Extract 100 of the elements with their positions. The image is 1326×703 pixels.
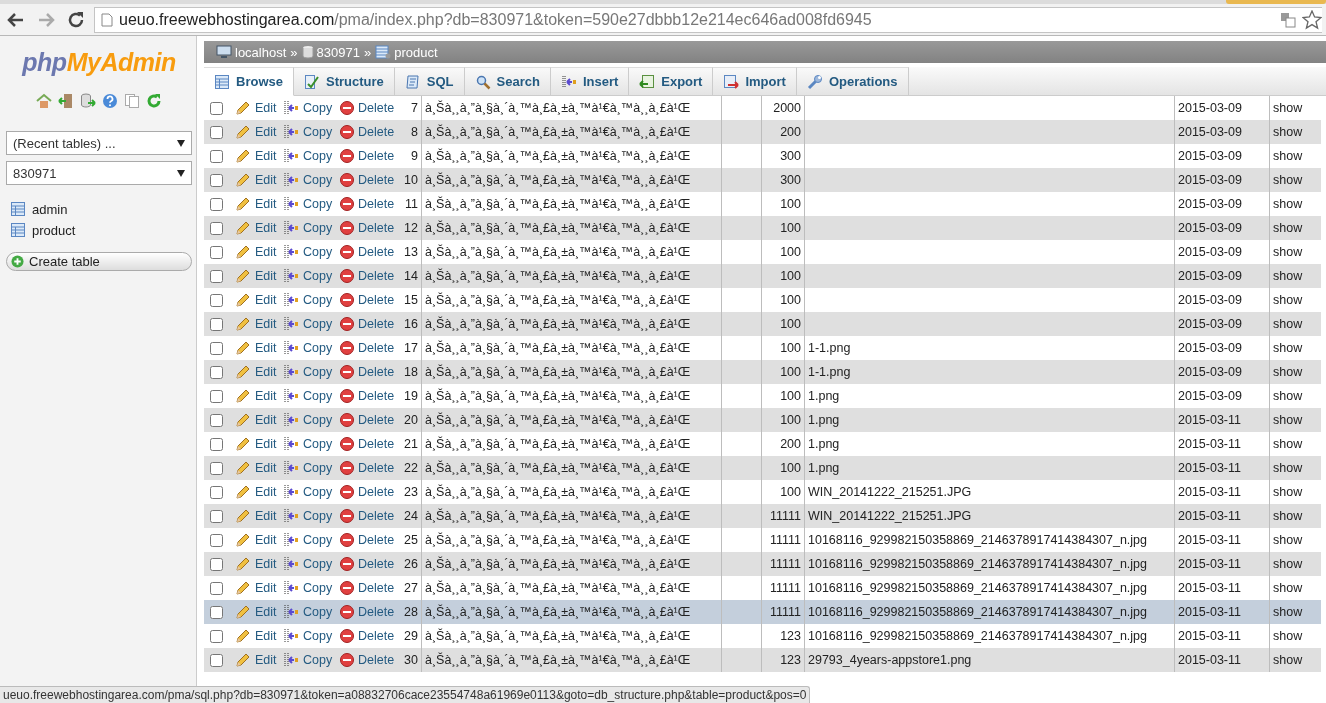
delete-link[interactable]: Delete [340,629,395,643]
table-row[interactable]: Edit Copy Delete 15 à¸Šà¸¸à¸”à¸§à¸´à¸™à¸£à¸±à¸™à¹€à¸™à¸¸à¸£à¹Œ 100 2015-03-09 show [204,288,1321,312]
recent-tables-dropdown[interactable]: (Recent tables) ... [6,131,192,155]
table-row[interactable]: Edit Copy Delete 21 à¸Šà¸¸à¸”à¸§à¸´à¸™à¸£à¸±à¸™à¹€à¸™à¸¸à¸£à¹Œ 200 1.png 2015-03-11 show [204,432,1321,456]
edit-link[interactable]: Edit [235,628,277,644]
edit-link[interactable]: Edit [235,100,277,116]
table-list-item[interactable]: product [6,222,192,238]
edit-link[interactable]: Edit [235,244,277,260]
row-checkbox[interactable] [210,197,223,211]
delete-link[interactable]: Delete [340,365,395,379]
delete-link[interactable]: Delete [340,413,395,427]
delete-link[interactable]: Delete [340,317,395,331]
table-row[interactable]: Edit Copy Delete 23 à¸Šà¸¸à¸”à¸§à¸´à¸™à¸£à¸±à¸™à¹€à¸™à¸¸à¸£à¹Œ 100 WIN_20141222_215251.JPG 2015-03-11 show [204,480,1321,504]
row-checkbox[interactable] [210,509,223,523]
copy-link[interactable]: Copy [283,436,333,452]
row-checkbox[interactable] [210,173,223,187]
copy-link[interactable]: Copy [283,124,333,140]
edit-link[interactable]: Edit [235,292,277,308]
delete-link[interactable]: Delete [340,197,395,211]
row-checkbox[interactable] [210,269,223,283]
delete-link[interactable]: Delete [340,293,395,307]
copy-link[interactable]: Copy [283,244,333,260]
copy-link[interactable]: Copy [283,412,333,428]
row-checkbox[interactable] [210,557,223,571]
row-checkbox[interactable] [210,389,223,403]
row-checkbox[interactable] [210,149,223,163]
copy-link[interactable]: Copy [283,628,333,644]
row-checkbox[interactable] [210,581,223,595]
table-row[interactable]: Edit Copy Delete 8 à¸Šà¸¸à¸”à¸§à¸´à¸™à¸£à¸±à¸™à¹€à¸™à¸¸à¸£à¹Œ 200 2015-03-09 show [204,120,1321,144]
copy-link[interactable]: Copy [283,508,333,524]
row-checkbox[interactable] [210,485,223,499]
row-checkbox[interactable] [210,605,223,619]
table-row[interactable]: Edit Copy Delete 27 à¸Šà¸¸à¸”à¸§à¸´à¸™à¸£à¸±à¸™à¹€à¸™à¸¸à¸£à¹Œ 11111 10168116_929982150358869_2146378917414384307_n.jpg 2015-03-11 show [204,576,1321,600]
table-row[interactable]: Edit Copy Delete 30 à¸Šà¸¸à¸”à¸§à¸´à¸™à¸£à¸±à¸™à¹€à¸™à¸¸à¸£à¹Œ 123 29793_4years-appstore1.png 2015-03-11 show [204,648,1321,672]
table-row[interactable]: Edit Copy Delete 20 à¸Šà¸¸à¸”à¸§à¸´à¸™à¸£à¸±à¸™à¹€à¸™à¸¸à¸£à¹Œ 100 1.png 2015-03-11 show [204,408,1321,432]
delete-link[interactable]: Delete [340,437,395,451]
table-row[interactable]: Edit Copy Delete 9 à¸Šà¸¸à¸”à¸§à¸´à¸™à¸£à¸±à¸™à¹€à¸™à¸¸à¸£à¹Œ 300 2015-03-09 show [204,144,1321,168]
copy-link[interactable]: Copy [283,532,333,548]
delete-link[interactable]: Delete [340,245,395,259]
edit-link[interactable]: Edit [235,268,277,284]
copy-link[interactable]: Copy [283,460,333,476]
edit-link[interactable]: Edit [235,388,277,404]
edit-link[interactable]: Edit [235,556,277,572]
delete-link[interactable]: Delete [340,653,395,667]
delete-link[interactable]: Delete [340,461,395,475]
delete-link[interactable]: Delete [340,509,395,523]
edit-link[interactable]: Edit [235,316,277,332]
copy-link[interactable]: Copy [283,340,333,356]
database-dropdown[interactable]: 830971 [6,161,192,185]
logo[interactable]: phpMyAdmin [6,48,192,77]
edit-link[interactable]: Edit [235,580,277,596]
delete-link[interactable]: Delete [340,581,395,595]
edit-link[interactable]: Edit [235,340,277,356]
delete-link[interactable]: Delete [340,125,395,139]
delete-link[interactable]: Delete [340,389,395,403]
edit-link[interactable]: Edit [235,436,277,452]
table-row[interactable]: Edit Copy Delete 19 à¸Šà¸¸à¸”à¸§à¸´à¸™à¸£à¸±à¸™à¹€à¸™à¸¸à¸£à¹Œ 100 1.png 2015-03-09 show [204,384,1321,408]
copy-link[interactable]: Copy [283,484,333,500]
delete-link[interactable]: Delete [340,221,395,235]
edit-link[interactable]: Edit [235,124,277,140]
delete-link[interactable]: Delete [340,533,395,547]
table-row[interactable]: Edit Copy Delete 14 à¸Šà¸¸à¸”à¸§à¸´à¸™à¸£à¸±à¸™à¹€à¸™à¸¸à¸£à¹Œ 100 2015-03-09 show [204,264,1321,288]
tab[interactable]: Structure [293,67,395,95]
edit-link[interactable]: Edit [235,196,277,212]
table-row[interactable]: Edit Copy Delete 25 à¸Šà¸¸à¸”à¸§à¸´à¸™à¸£à¸±à¸™à¹€à¸™à¸¸à¸£à¹Œ 11111 10168116_929982150358869_2146378917414384307_n.jpg 2015-03-11 show [204,528,1321,552]
edit-link[interactable]: Edit [235,532,277,548]
copy-link[interactable]: Copy [283,100,333,116]
row-checkbox[interactable] [210,533,223,547]
translate-icon[interactable] [1280,11,1296,28]
create-table-button[interactable]: Create table [6,252,192,271]
delete-link[interactable]: Delete [340,341,395,355]
help-icon[interactable] [102,93,118,109]
table-row[interactable]: Edit Copy Delete 26 à¸Šà¸¸à¸”à¸§à¸´à¸™à¸£à¸±à¸™à¹€à¸™à¸¸à¸£à¹Œ 11111 10168116_929982150358869_2146378917414384307_n.jpg 2015-03-11 show [204,552,1321,576]
delete-link[interactable]: Delete [340,101,395,115]
tab[interactable]: Insert [550,67,630,95]
edit-link[interactable]: Edit [235,604,277,620]
table-row[interactable]: Edit Copy Delete 12 à¸Šà¸¸à¸”à¸§à¸´à¸™à¸£à¸±à¸™à¹€à¸™à¸¸à¸£à¹Œ 100 2015-03-09 show [204,216,1321,240]
table-row[interactable]: Edit Copy Delete 29 à¸Šà¸¸à¸”à¸§à¸´à¸™à¸£à¸±à¸™à¹€à¸™à¸¸à¸£à¹Œ 123 10168116_929982150358869_2146378917414384307_n.jpg 2015-03-11 show [204,624,1321,648]
copy-link[interactable]: Copy [283,364,333,380]
delete-link[interactable]: Delete [340,557,395,571]
tab[interactable]: Export [629,67,714,95]
copy-link[interactable]: Copy [283,292,333,308]
database-arrow-icon[interactable] [80,93,96,109]
documents-icon[interactable] [124,93,140,109]
row-checkbox[interactable] [210,437,223,451]
row-checkbox[interactable] [210,125,223,139]
edit-link[interactable]: Edit [235,148,277,164]
delete-link[interactable]: Delete [340,173,395,187]
copy-link[interactable]: Copy [283,220,333,236]
delete-link[interactable]: Delete [340,269,395,283]
edit-link[interactable]: Edit [235,412,277,428]
copy-link[interactable]: Copy [283,556,333,572]
table-row[interactable]: Edit Copy Delete 13 à¸Šà¸¸à¸”à¸§à¸´à¸™à¸£à¸±à¸™à¹€à¸™à¸¸à¸£à¹Œ 100 2015-03-09 show [204,240,1321,264]
row-checkbox[interactable] [210,413,223,427]
row-checkbox[interactable] [210,629,223,643]
edit-link[interactable]: Edit [235,508,277,524]
edit-link[interactable]: Edit [235,484,277,500]
copy-link[interactable]: Copy [283,316,333,332]
table-row[interactable]: Edit Copy Delete 22 à¸Šà¸¸à¸”à¸§à¸´à¸™à¸£à¸±à¸™à¹€à¸™à¸¸à¸£à¹Œ 100 1.png 2015-03-11 show [204,456,1321,480]
table-row[interactable]: Edit Copy Delete 11 à¸Šà¸¸à¸”à¸§à¸´à¸™à¸£à¸±à¸™à¹€à¸™à¸¸à¸£à¹Œ 100 2015-03-09 show [204,192,1321,216]
